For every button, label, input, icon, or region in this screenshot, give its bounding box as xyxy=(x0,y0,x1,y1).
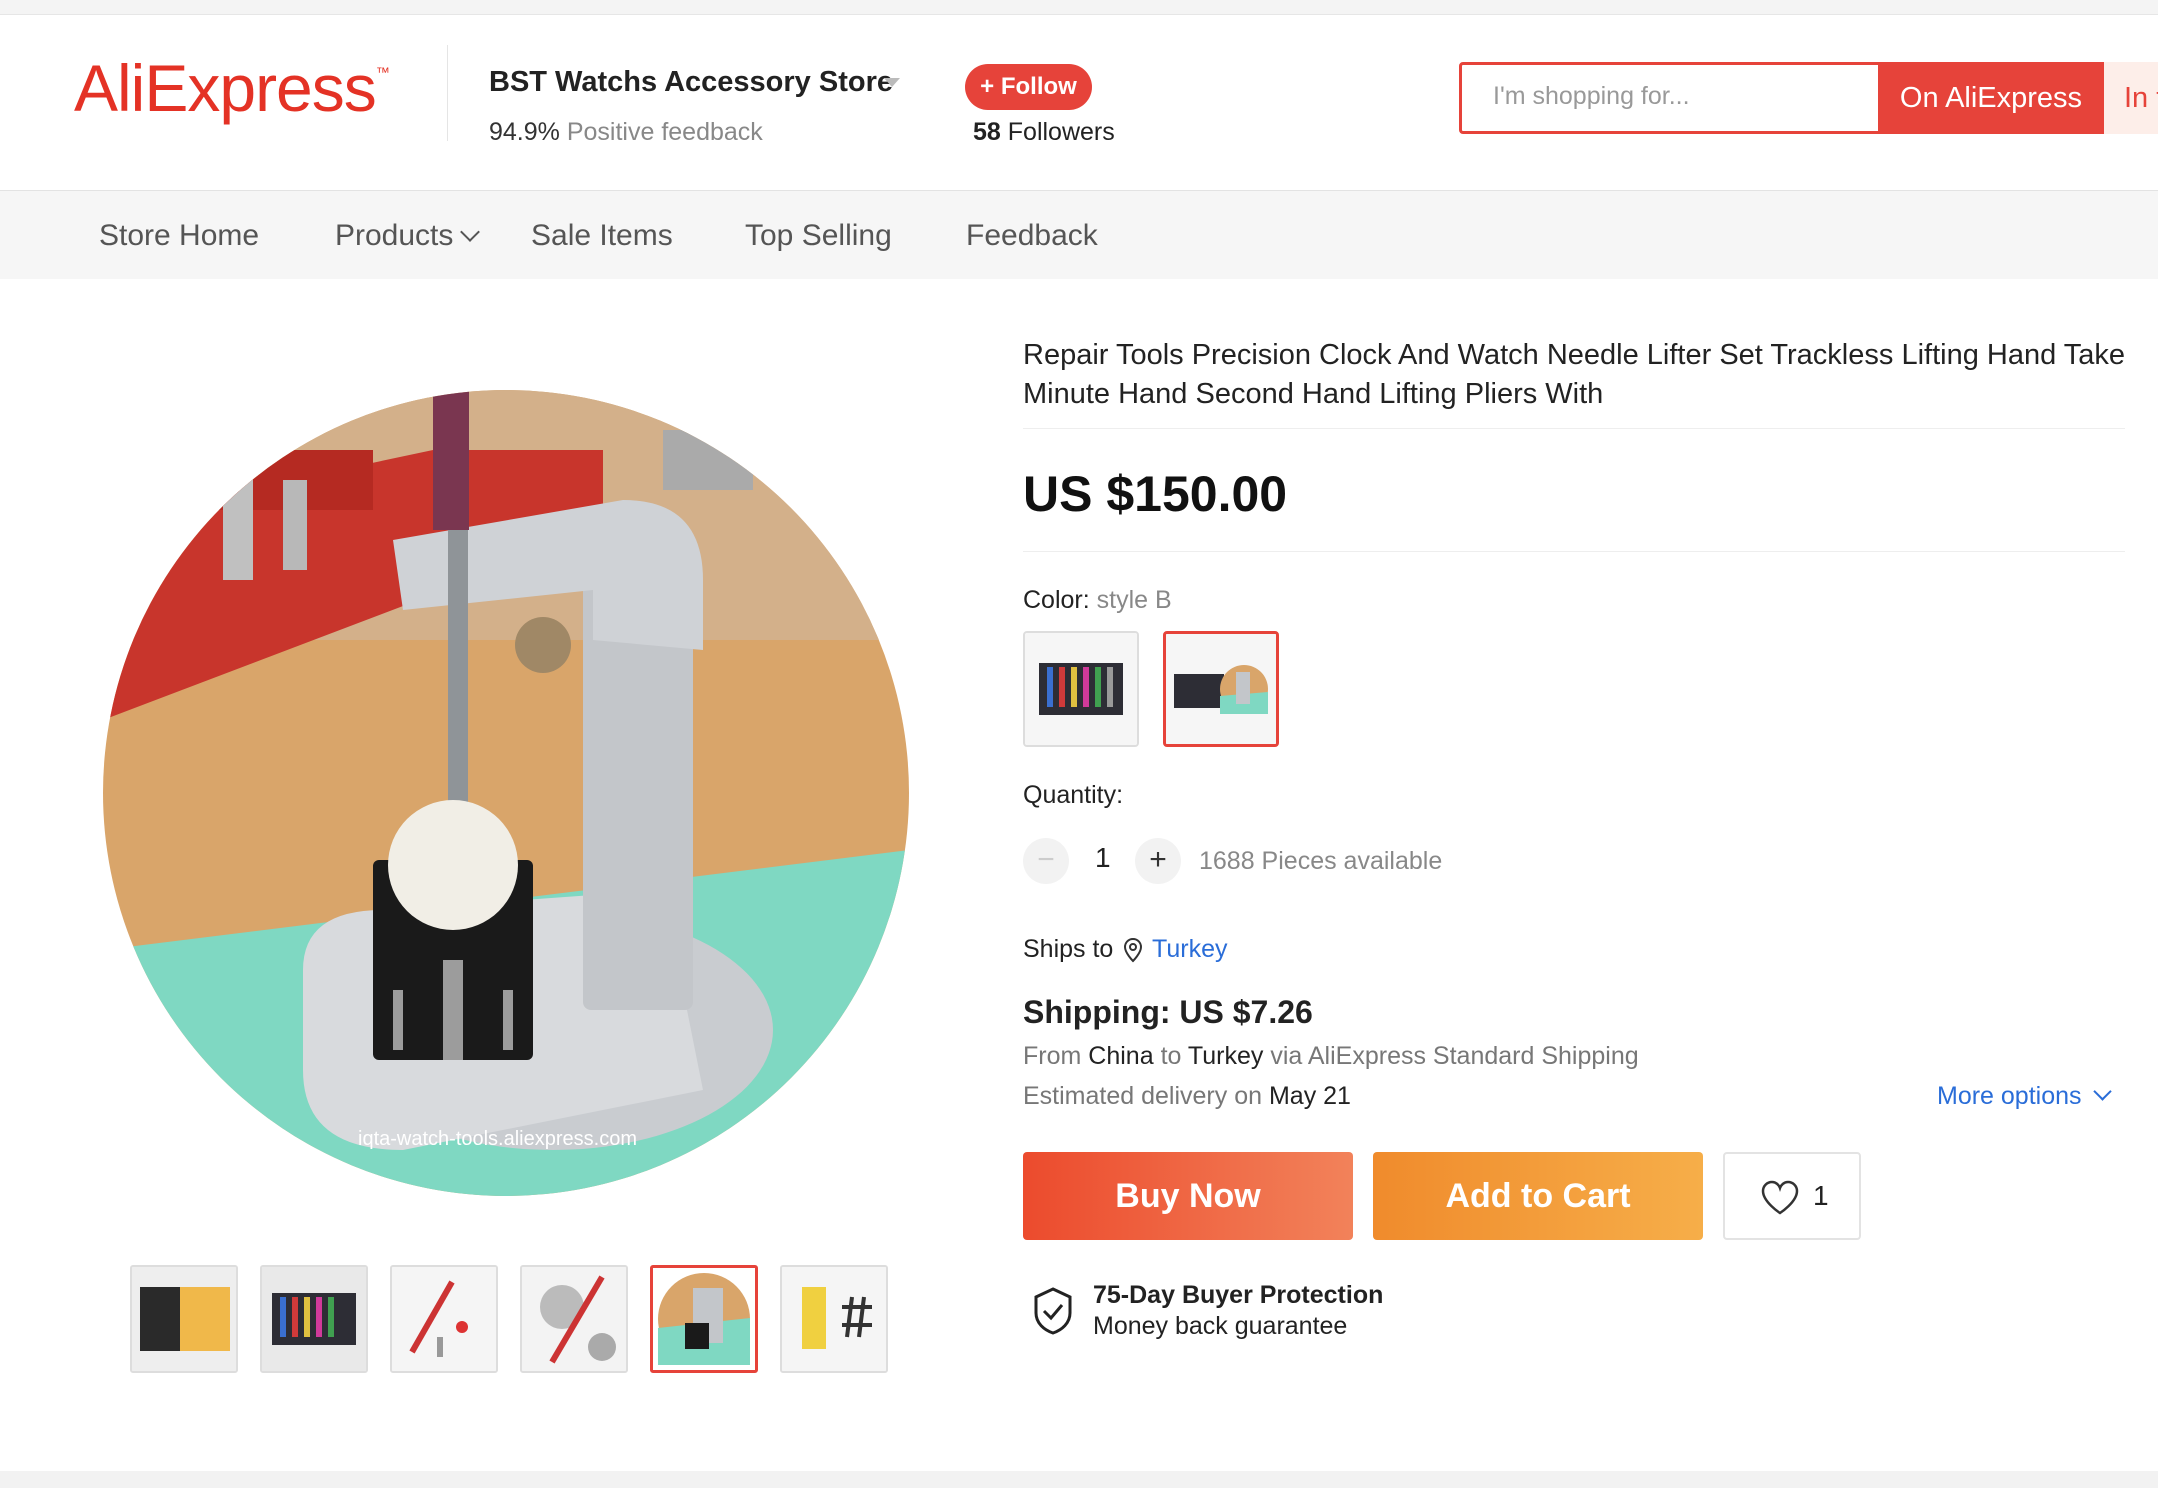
nav-sale-items[interactable]: Sale Items xyxy=(531,219,673,253)
followers-count: 58 Followers xyxy=(973,118,1115,146)
thumbnail-2[interactable] xyxy=(260,1265,368,1373)
divider xyxy=(1023,428,2125,429)
top-strip xyxy=(0,0,2158,15)
nav-top-selling[interactable]: Top Selling xyxy=(745,219,892,253)
main-product-image[interactable] xyxy=(103,390,909,1196)
store-dropdown-caret-icon[interactable] xyxy=(884,78,900,87)
thumbnail-5[interactable] xyxy=(650,1265,758,1373)
add-to-cart-button[interactable]: Add to Cart xyxy=(1373,1152,1703,1240)
store-feedback: 94.9% Positive feedback xyxy=(489,118,763,146)
search-on-aliexpress-button[interactable]: On AliExpress xyxy=(1878,62,2104,134)
product-price: US $150.00 xyxy=(1023,466,1288,522)
header-divider xyxy=(447,45,448,141)
color-option-style-b[interactable] xyxy=(1163,631,1279,747)
buyer-protection-subtitle: Money back guarantee xyxy=(1093,1312,1348,1340)
shipping-cost: Shipping: US $7.26 xyxy=(1023,994,1313,1030)
thumbnail-3[interactable] xyxy=(390,1265,498,1373)
thumbnail-4[interactable] xyxy=(520,1265,628,1373)
quantity-label: Quantity: xyxy=(1023,781,1124,809)
plus-icon: + xyxy=(1149,843,1167,876)
thumbnail-1[interactable] xyxy=(130,1265,238,1373)
bottom-strip xyxy=(0,1471,2158,1488)
estimated-delivery: Estimated delivery on May 21 xyxy=(1023,1082,1351,1110)
ships-to-label: Ships to xyxy=(1023,935,1114,963)
nav-products[interactable]: Products xyxy=(335,219,481,253)
search-in-store-button[interactable]: In this store xyxy=(2104,62,2158,134)
chevron-down-icon xyxy=(460,222,481,242)
location-pin-icon xyxy=(1122,937,1144,968)
thumbnail-6[interactable] xyxy=(780,1265,888,1373)
chevron-down-icon xyxy=(2092,1082,2112,1101)
shield-check-icon xyxy=(1031,1286,1075,1341)
nav-feedback[interactable]: Feedback xyxy=(966,219,1098,253)
color-label: Color: style B xyxy=(1023,586,1172,614)
quantity-decrease-button[interactable]: − xyxy=(1023,838,1069,884)
quantity-increase-button[interactable]: + xyxy=(1135,838,1181,884)
quantity-input[interactable]: 1 xyxy=(1095,842,1111,874)
search-input[interactable]: I'm shopping for... xyxy=(1493,82,1690,111)
ships-to-country-link[interactable]: Turkey xyxy=(1152,935,1227,964)
color-option-style-a[interactable] xyxy=(1023,631,1139,747)
buy-now-button[interactable]: Buy Now xyxy=(1023,1152,1353,1240)
image-watermark: iqta-watch-tools.aliexpress.com xyxy=(358,1128,637,1150)
aliexpress-logo[interactable]: AliExpress™ xyxy=(74,50,390,126)
more-options-link[interactable]: More options xyxy=(1937,1082,2112,1111)
product-title: Repair Tools Precision Clock And Watch N… xyxy=(1023,339,2125,410)
minus-icon: − xyxy=(1037,843,1055,876)
shipping-route: From China to Turkey via AliExpress Stan… xyxy=(1023,1042,1639,1070)
heart-icon xyxy=(1760,1180,1800,1221)
nav-store-home[interactable]: Store Home xyxy=(99,219,259,253)
divider xyxy=(1023,551,2125,552)
buyer-protection-title: 75-Day Buyer Protection xyxy=(1093,1281,1384,1309)
wishlist-count: 1 xyxy=(1813,1180,1829,1211)
store-name[interactable]: BST Watchs Accessory Store xyxy=(489,66,893,99)
pieces-available: 1688 Pieces available xyxy=(1199,847,1443,875)
follow-button[interactable]: + Follow xyxy=(965,64,1092,110)
